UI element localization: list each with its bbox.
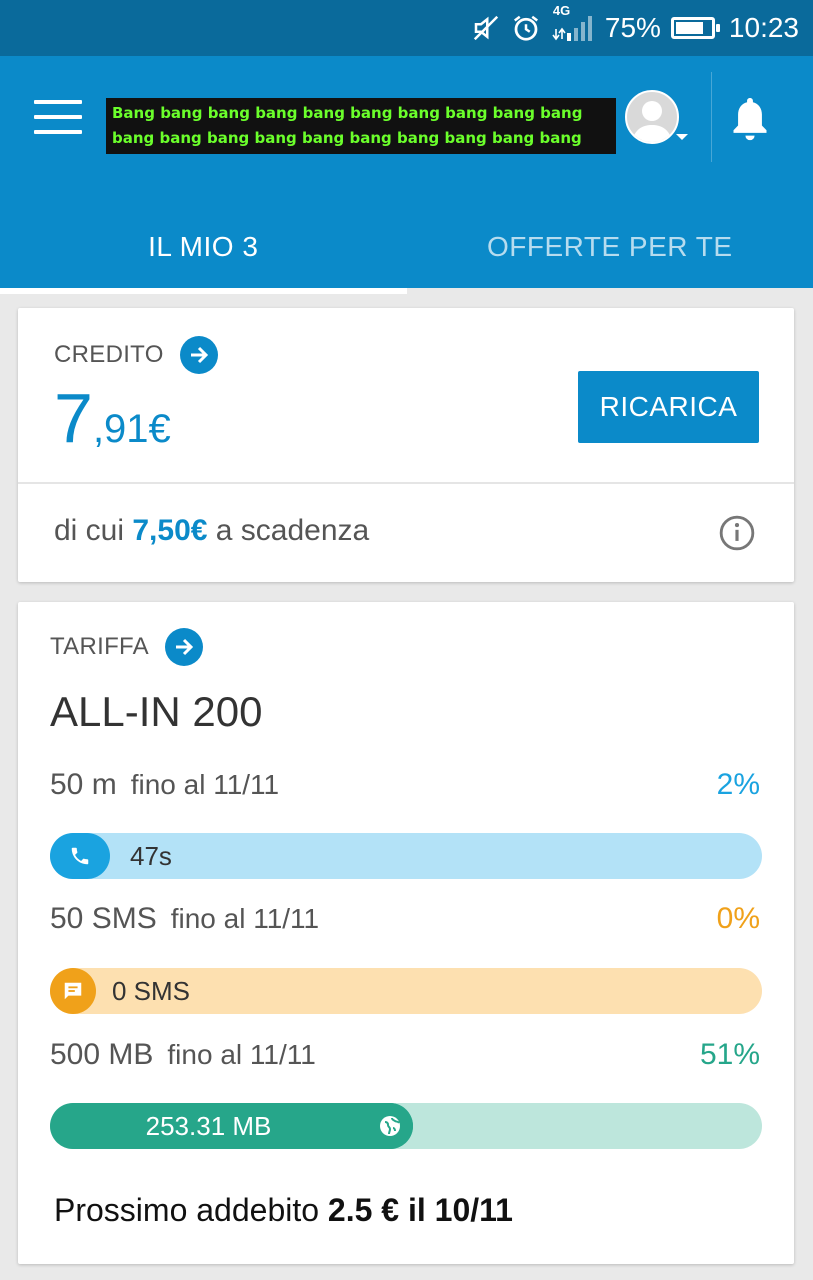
message-icon bbox=[50, 968, 96, 1014]
alarm-icon bbox=[511, 13, 541, 43]
app-bar: Bang bang bang bang bang bang bang bang … bbox=[0, 56, 813, 294]
battery-percent: 75% bbox=[604, 12, 661, 43]
signal-icon: 4G bbox=[551, 3, 595, 43]
sms-used: 0 SMS bbox=[112, 976, 191, 1006]
data-used: 253.31 MB bbox=[145, 1111, 272, 1141]
plan-header: TARIFFA bbox=[50, 628, 203, 666]
info-icon[interactable] bbox=[718, 514, 756, 552]
phone-icon bbox=[50, 833, 110, 879]
clock: 10:23 bbox=[728, 12, 799, 43]
data-usage-bar[interactable]: 253.31 MB bbox=[50, 1103, 762, 1149]
allowance-until: fino al 11/11 bbox=[130, 769, 280, 800]
network-type: 4G bbox=[552, 3, 571, 18]
next-charge-label: Prossimo addebito bbox=[54, 1192, 328, 1228]
minutes-used: 47s bbox=[130, 841, 172, 871]
credit-amount-integer: 7 bbox=[54, 379, 93, 457]
expiring-amount: 7,50€ bbox=[132, 514, 208, 547]
expiring-credit: di cui 7,50€ a scadenza bbox=[54, 514, 369, 548]
avatar[interactable] bbox=[625, 90, 679, 144]
plan-card: TARIFFA ALL-IN 200 50 m fino al 11/11 2% … bbox=[18, 602, 794, 1264]
next-charge: Prossimo addebito 2.5 € il 10/11 bbox=[54, 1192, 513, 1229]
allowance-percent: 2% bbox=[716, 768, 760, 801]
minutes-usage-bar[interactable]: 47s bbox=[50, 833, 762, 879]
mute-icon bbox=[471, 13, 501, 43]
arrow-right-icon[interactable] bbox=[179, 336, 218, 374]
credit-amount-decimal: ,91€ bbox=[92, 407, 171, 451]
credit-header: CREDITO bbox=[54, 336, 218, 374]
status-icons: 4G 75% 10:23 bbox=[471, 0, 799, 56]
allowance-row-data: 500 MB fino al 11/11 51% bbox=[50, 1038, 760, 1078]
allowance-amount: 50 m bbox=[50, 768, 117, 801]
credit-label: CREDITO bbox=[54, 341, 164, 368]
bell-icon[interactable] bbox=[728, 94, 772, 146]
hamburger-menu-icon[interactable] bbox=[34, 100, 82, 140]
credit-card: CREDITO 7,91€ RICARICA di cui 7,50€ a sc… bbox=[18, 308, 794, 582]
plan-name: ALL-IN 200 bbox=[50, 688, 263, 735]
allowance-percent: 51% bbox=[699, 1038, 760, 1071]
allowance-amount: 500 MB bbox=[50, 1038, 154, 1071]
ad-banner[interactable]: Bang bang bang bang bang bang bang bang … bbox=[106, 98, 616, 154]
allowance-amount: 50 SMS bbox=[50, 902, 157, 935]
tab-offerte-per-te[interactable]: OFFERTE PER TE bbox=[407, 206, 813, 288]
status-bar: 4G 75% 10:23 bbox=[0, 0, 813, 56]
allowance-until: fino al 11/11 bbox=[170, 903, 320, 934]
divider bbox=[18, 482, 794, 484]
expiring-prefix: di cui bbox=[54, 514, 133, 547]
tab-bar: IL MIO 3 OFFERTE PER TE bbox=[0, 206, 813, 294]
globe-icon bbox=[367, 1103, 413, 1149]
allowance-row-minutes: 50 m fino al 11/11 2% bbox=[50, 768, 760, 808]
credit-amount: 7,91€ bbox=[54, 380, 171, 456]
next-charge-value: 2.5 € il 10/11 bbox=[327, 1192, 513, 1228]
allowance-row-sms: 50 SMS fino al 11/11 0% bbox=[50, 902, 760, 942]
tab-il-mio-3[interactable]: IL MIO 3 bbox=[0, 206, 407, 294]
sms-usage-bar[interactable]: 0 SMS bbox=[50, 968, 762, 1014]
divider bbox=[711, 72, 712, 162]
allowance-percent: 0% bbox=[716, 902, 760, 935]
arrow-right-icon[interactable] bbox=[165, 628, 203, 666]
allowance-until: fino al 11/11 bbox=[167, 1039, 316, 1070]
recharge-button[interactable]: RICARICA bbox=[578, 371, 759, 443]
chevron-down-icon[interactable] bbox=[676, 134, 688, 140]
battery-icon bbox=[670, 17, 720, 39]
expiring-suffix: a scadenza bbox=[207, 514, 370, 547]
user-icon bbox=[632, 101, 672, 142]
plan-label: TARIFFA bbox=[50, 633, 149, 660]
